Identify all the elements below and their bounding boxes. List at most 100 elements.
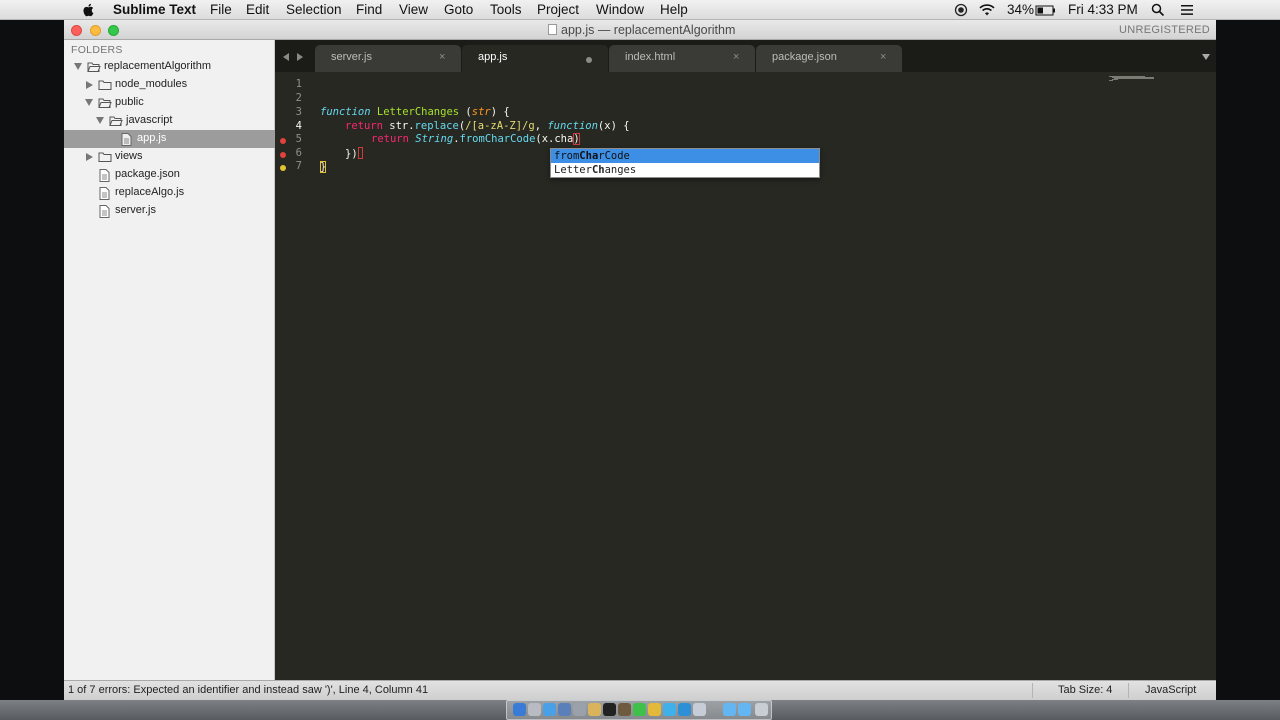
file-icon bbox=[99, 205, 110, 218]
menu-goto[interactable]: Goto bbox=[444, 2, 473, 18]
chrome-icon[interactable] bbox=[648, 703, 661, 716]
downloads-folder-icon[interactable] bbox=[723, 703, 736, 716]
token-punct: ( bbox=[459, 106, 472, 118]
app-store-icon[interactable] bbox=[678, 703, 691, 716]
menu-selection[interactable]: Selection bbox=[286, 2, 342, 18]
tab-size-selector[interactable]: Tab Size: 4 bbox=[1058, 684, 1112, 696]
notification-center-icon[interactable] bbox=[1180, 3, 1194, 17]
window-titlebar[interactable]: app.js — replacementAlgorithm UNREGISTER… bbox=[64, 20, 1216, 40]
code-line-6: } bbox=[320, 161, 327, 175]
sublime-window: app.js — replacementAlgorithm UNREGISTER… bbox=[64, 20, 1216, 700]
tree-item-label: replacementAlgorithm bbox=[104, 60, 211, 72]
menu-help[interactable]: Help bbox=[660, 2, 688, 18]
tree-item-package-json[interactable]: package.json bbox=[64, 166, 275, 184]
folder-icon bbox=[98, 152, 112, 162]
code-editor[interactable]: 1 2 3 4 5 6 7 function LetterChanges (st… bbox=[275, 72, 1216, 680]
preview-icon[interactable] bbox=[693, 703, 706, 716]
disclosure-closed-icon[interactable] bbox=[86, 81, 93, 89]
warning-marker-icon[interactable] bbox=[280, 165, 286, 171]
record-icon[interactable] bbox=[954, 3, 968, 17]
zoom-window-button[interactable] bbox=[108, 25, 119, 36]
disclosure-open-icon[interactable] bbox=[96, 117, 104, 124]
line-number: 3 bbox=[295, 106, 302, 118]
token-text: str. bbox=[382, 120, 415, 132]
menu-view[interactable]: View bbox=[399, 2, 428, 18]
tab-label: server.js bbox=[331, 51, 372, 63]
token-keyword: return bbox=[371, 133, 409, 145]
menu-project[interactable]: Project bbox=[537, 2, 579, 18]
skype-icon[interactable] bbox=[663, 703, 676, 716]
launchpad-icon[interactable] bbox=[528, 703, 541, 716]
trash-icon[interactable] bbox=[755, 703, 768, 716]
tree-item-javascript[interactable]: javascript bbox=[64, 112, 275, 130]
minimize-window-button[interactable] bbox=[90, 25, 101, 36]
syntax-selector[interactable]: JavaScript bbox=[1145, 684, 1196, 696]
status-message: 1 of 7 errors: Expected an identifier an… bbox=[68, 684, 429, 696]
tree-item-public[interactable]: public bbox=[64, 94, 275, 112]
token-keyword: return bbox=[345, 120, 383, 132]
tab-scroll-left-icon[interactable] bbox=[283, 53, 289, 61]
autocomplete-item[interactable]: fromCharCode bbox=[551, 149, 819, 163]
menu-clock[interactable]: Fri 4:33 PM bbox=[1068, 2, 1138, 18]
tree-item-replacementalgorithm[interactable]: replacementAlgorithm bbox=[64, 58, 275, 76]
tree-item-label: server.js bbox=[115, 204, 156, 216]
notes-icon[interactable] bbox=[588, 703, 601, 716]
tab-list-dropdown-icon[interactable] bbox=[1202, 54, 1210, 60]
menu-app-name[interactable]: Sublime Text bbox=[113, 2, 196, 18]
battery-icon[interactable] bbox=[1035, 3, 1057, 17]
wifi-icon[interactable] bbox=[978, 3, 996, 17]
documents-folder-icon[interactable] bbox=[738, 703, 751, 716]
spotlight-search-icon[interactable] bbox=[1151, 3, 1165, 17]
messages-icon[interactable] bbox=[633, 703, 646, 716]
tab-close-icon[interactable]: × bbox=[733, 51, 739, 63]
sublime-text-icon[interactable] bbox=[618, 703, 631, 716]
minimap[interactable] bbox=[1109, 74, 1157, 84]
line-number: 1 bbox=[295, 78, 302, 90]
error-marker-icon[interactable] bbox=[280, 152, 286, 158]
tab-app-js[interactable]: app.js bbox=[462, 45, 608, 72]
tree-item-server-js[interactable]: server.js bbox=[64, 202, 275, 220]
tab-scroll-right-icon[interactable] bbox=[297, 53, 303, 61]
tab-server-js[interactable]: server.js × bbox=[315, 45, 461, 72]
menu-file[interactable]: File bbox=[210, 2, 232, 18]
ac-text: anges bbox=[604, 164, 637, 176]
token-text: (x.cha bbox=[535, 133, 574, 145]
file-icon bbox=[121, 133, 132, 146]
line-number: 6 bbox=[295, 147, 302, 159]
status-bar: 1 of 7 errors: Expected an identifier an… bbox=[64, 680, 1216, 700]
tab-index-html[interactable]: index.html × bbox=[609, 45, 755, 72]
terminal-icon[interactable] bbox=[603, 703, 616, 716]
autocomplete-popup[interactable]: fromCharCode LetterChanges bbox=[550, 148, 820, 178]
tree-item-node-modules[interactable]: node_modules bbox=[64, 76, 275, 94]
tab-package-json[interactable]: package.json × bbox=[756, 45, 902, 72]
system-preferences-icon[interactable] bbox=[573, 703, 586, 716]
disclosure-open-icon[interactable] bbox=[74, 63, 82, 70]
token-param: str bbox=[471, 106, 491, 118]
mail-icon[interactable] bbox=[558, 703, 571, 716]
close-window-button[interactable] bbox=[71, 25, 82, 36]
tree-item-app-js[interactable]: app.js bbox=[64, 130, 275, 148]
autocomplete-item[interactable]: LetterChanges bbox=[551, 163, 819, 177]
disclosure-open-icon[interactable] bbox=[85, 99, 93, 106]
tab-close-icon[interactable]: × bbox=[880, 51, 886, 63]
token-punct: , bbox=[534, 120, 548, 132]
tree-item-views[interactable]: views bbox=[64, 148, 275, 166]
menu-edit[interactable]: Edit bbox=[246, 2, 269, 18]
token-text: } bbox=[320, 161, 327, 173]
error-bracket-marker bbox=[357, 147, 363, 159]
menu-window[interactable]: Window bbox=[596, 2, 644, 18]
tree-item-label: views bbox=[115, 150, 143, 162]
tab-label: app.js bbox=[478, 51, 508, 63]
unsaved-dot-icon[interactable] bbox=[586, 57, 592, 63]
disclosure-closed-icon[interactable] bbox=[86, 153, 93, 161]
error-marker-icon[interactable] bbox=[280, 138, 286, 144]
safari-icon[interactable] bbox=[543, 703, 556, 716]
menu-tools[interactable]: Tools bbox=[490, 2, 522, 18]
finder-icon[interactable] bbox=[513, 703, 526, 716]
tab-close-icon[interactable]: × bbox=[439, 51, 445, 63]
ac-text: from bbox=[554, 150, 580, 162]
macos-menu-bar: Sublime Text File Edit Selection Find Vi… bbox=[0, 0, 1280, 20]
tree-item-replacealgo-js[interactable]: replaceAlgo.js bbox=[64, 184, 275, 202]
menu-find[interactable]: Find bbox=[356, 2, 382, 18]
apple-menu-icon[interactable] bbox=[82, 3, 94, 17]
